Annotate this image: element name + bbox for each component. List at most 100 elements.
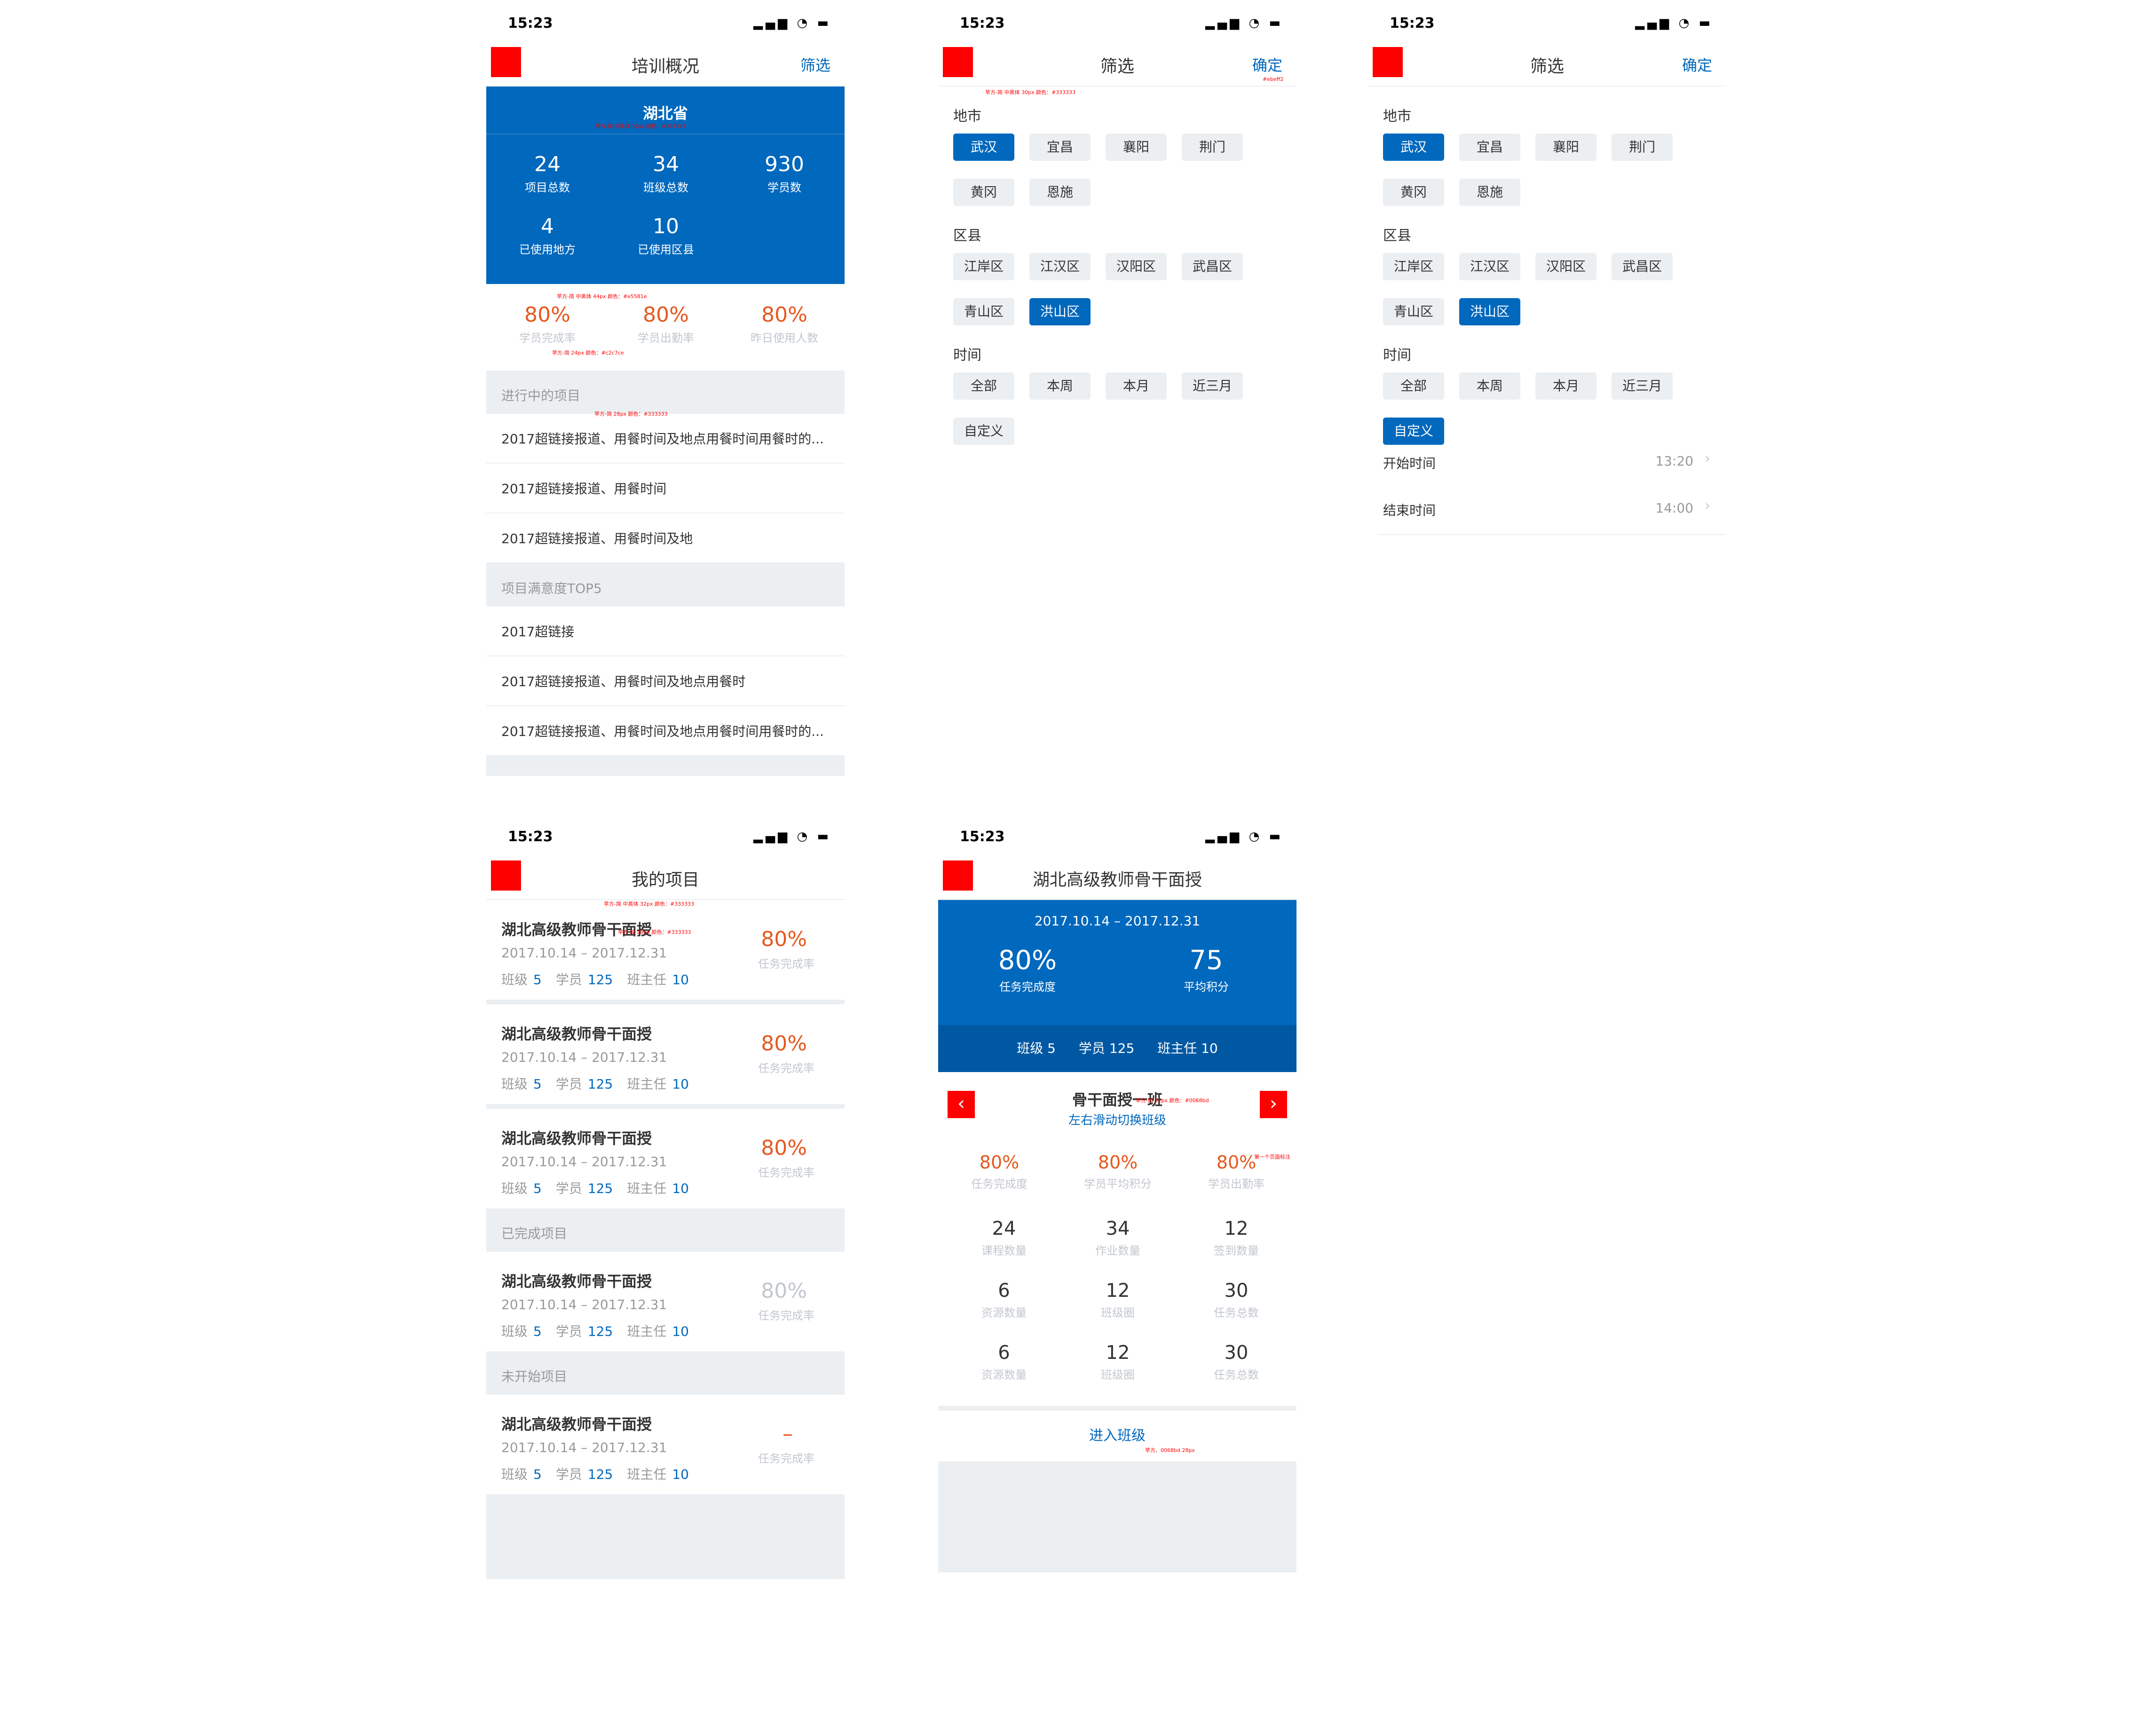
chip-city[interactable]: 荆门 bbox=[1182, 134, 1243, 161]
chip-time[interactable]: 自定义 bbox=[953, 418, 1014, 445]
chip-time[interactable]: 本周 bbox=[1029, 372, 1091, 400]
page-title: 我的项目 bbox=[631, 870, 699, 890]
annotation: 苹方-简 中黑体 44px 颜色：#e5581e bbox=[557, 293, 647, 300]
grid-cell[interactable]: 34 作业数量 bbox=[1071, 1218, 1165, 1258]
chip-district[interactable]: 汉阳区 bbox=[1106, 253, 1167, 280]
chip-district[interactable]: 洪山区 bbox=[1459, 298, 1520, 325]
chip-city[interactable]: 武汉 bbox=[953, 134, 1014, 161]
signal-wifi-battery-icon: ▂▄▆ ◔ ▬ bbox=[753, 16, 831, 30]
status-time: 15:23 bbox=[960, 829, 1005, 845]
rate-completion: 80% 学员完成率 bbox=[519, 303, 576, 345]
chip-district[interactable]: 汉阳区 bbox=[1535, 253, 1597, 280]
end-time-row[interactable]: 结束时间 14:00 › bbox=[1377, 484, 1726, 535]
list-item[interactable]: 2017超链接报道、用餐时间及地点用餐时间用餐时的... bbox=[486, 706, 845, 756]
screen-filter-custom: 15:23 ▂▄▆ ◔ ▬ 筛选 确定 地市 武汉 宜昌 襄阳 荆门 黄冈 恩施… bbox=[1368, 5, 1726, 475]
project-card[interactable]: 湖北高级教师骨干面授 2017.10.14 – 2017.12.31 班级 5 学员… bbox=[486, 900, 845, 1004]
chip-district[interactable]: 洪山区 bbox=[1029, 298, 1091, 325]
status-time: 15:23 bbox=[508, 15, 553, 32]
chevron-right-icon[interactable]: › bbox=[1260, 1091, 1287, 1118]
list-item[interactable]: 2017超链接报道、用餐时间及地点用餐时间用餐时的... bbox=[486, 414, 845, 464]
filter-button[interactable]: 筛选 bbox=[800, 54, 830, 75]
start-time-row[interactable]: 开始时间 13:20 › bbox=[1377, 437, 1726, 475]
chip-district[interactable]: 江汉区 bbox=[1029, 253, 1091, 280]
list-item[interactable]: 2017超链接 bbox=[486, 607, 845, 656]
chip-time[interactable]: 全部 bbox=[953, 372, 1014, 400]
list-item[interactable]: 2017超链接报道、用餐时间及地 bbox=[486, 513, 845, 563]
screen-my-projects: 15:23 ▂▄▆ ◔ ▬ 我的项目 湖北高级教师骨干面授 2017.10.14… bbox=[486, 818, 845, 1589]
class-switcher: ‹ 骨干面授一班 左右滑动切换班级 › bbox=[938, 1072, 1296, 1128]
stat-classes: 34 班级总数 bbox=[643, 152, 688, 194]
chip-district[interactable]: 江岸区 bbox=[953, 253, 1014, 280]
grid-cell[interactable]: 12 班级圈 bbox=[1071, 1342, 1165, 1382]
grid-cell[interactable]: 12 班级圈 bbox=[1071, 1280, 1165, 1320]
project-card[interactable]: 湖北高级教师骨干面授 2017.10.14 – 2017.12.31 班级 5 学员… bbox=[486, 1004, 845, 1109]
chip-city[interactable]: 襄阳 bbox=[1535, 134, 1597, 161]
city-label: 地市 bbox=[1383, 108, 1411, 125]
project-card[interactable]: 湖北高级教师骨干面授 2017.10.14 – 2017.12.31 班级 5 学员… bbox=[486, 1252, 845, 1351]
status-bar: 15:23 ▂▄▆ ◔ ▬ bbox=[1368, 5, 1726, 39]
chip-time[interactable]: 本周 bbox=[1459, 372, 1520, 400]
chip-time[interactable]: 全部 bbox=[1383, 372, 1444, 400]
chip-city[interactable]: 黄冈 bbox=[1383, 179, 1444, 206]
chip-city[interactable]: 荆门 bbox=[1612, 134, 1673, 161]
signal-wifi-battery-icon: ▂▄▆ ◔ ▬ bbox=[1635, 16, 1713, 30]
enter-class-button[interactable]: 进入班级 bbox=[938, 1411, 1296, 1461]
city-label: 地市 bbox=[953, 108, 981, 125]
divider bbox=[938, 1406, 1296, 1411]
stat-used-districts: 10 已使用区县 bbox=[638, 214, 694, 256]
status-time: 15:23 bbox=[508, 829, 553, 845]
signal-wifi-battery-icon: ▂▄▆ ◔ ▬ bbox=[753, 829, 831, 844]
stat-used-cities: 4 已使用地方 bbox=[519, 214, 576, 256]
grid-cell[interactable]: 24 课程数量 bbox=[957, 1218, 1051, 1258]
nav-bar: 湖北高级教师骨干面授 bbox=[938, 852, 1296, 900]
swipe-hint: 左右滑动切换班级 bbox=[1068, 1113, 1166, 1128]
chip-city[interactable]: 恩施 bbox=[1459, 179, 1520, 206]
chip-city[interactable]: 恩施 bbox=[1029, 179, 1091, 206]
chip-district[interactable]: 青山区 bbox=[953, 298, 1014, 325]
chip-city[interactable]: 襄阳 bbox=[1106, 134, 1167, 161]
list-item[interactable]: 2017超链接报道、用餐时间 bbox=[486, 464, 845, 513]
status-bar: 15:23 ▂▄▆ ◔ ▬ bbox=[938, 818, 1296, 852]
bottom-spacer bbox=[486, 756, 845, 776]
chip-district[interactable]: 武昌区 bbox=[1612, 253, 1673, 280]
grid-cell[interactable]: 30 任务总数 bbox=[1189, 1280, 1283, 1320]
chip-time[interactable]: 近三月 bbox=[1612, 372, 1673, 400]
chip-city[interactable]: 黄冈 bbox=[953, 179, 1014, 206]
chip-district[interactable]: 青山区 bbox=[1383, 298, 1444, 325]
grid-cell[interactable]: 6 资源数量 bbox=[957, 1342, 1051, 1382]
end-time-value: 14:00 bbox=[1655, 500, 1693, 516]
nav-bar: 筛选 确定 bbox=[938, 39, 1296, 87]
annotation: 苹方-简 28px 颜色：#333333 bbox=[594, 411, 668, 417]
section-completed: 已完成项目 bbox=[486, 1208, 845, 1252]
chip-city[interactable]: 宜昌 bbox=[1029, 134, 1091, 161]
page-title: 湖北高级教师骨干面授 bbox=[1032, 870, 1202, 890]
confirm-button[interactable]: 确定 bbox=[1682, 54, 1712, 75]
annotation: #ebeff2 bbox=[1263, 76, 1284, 82]
grid-cell[interactable]: 12 签到数量 bbox=[1189, 1218, 1283, 1258]
grid-cell[interactable]: 6 资源数量 bbox=[957, 1280, 1051, 1320]
signal-wifi-battery-icon: ▂▄▆ ◔ ▬ bbox=[1205, 16, 1283, 30]
rate-attendance: 80% 学员出勤率 bbox=[638, 303, 694, 345]
bottom-spacer bbox=[486, 1494, 845, 1579]
chip-district[interactable]: 武昌区 bbox=[1182, 253, 1243, 280]
chip-district[interactable]: 江汉区 bbox=[1459, 253, 1520, 280]
confirm-button[interactable]: 确定 bbox=[1252, 54, 1282, 75]
grid-cell[interactable]: 30 任务总数 bbox=[1189, 1342, 1283, 1382]
chip-time[interactable]: 近三月 bbox=[1182, 372, 1243, 400]
annotation: 苹方-简 中黑体 30px 颜色：#333333 bbox=[595, 123, 686, 129]
chip-time[interactable]: 本月 bbox=[1535, 372, 1597, 400]
list-item[interactable]: 2017超链接报道、用餐时间及地点用餐时 bbox=[486, 656, 845, 706]
rate-yesterday: 80% 昨日使用人数 bbox=[751, 303, 818, 345]
project-card[interactable]: 湖北高级教师骨干面授 2017.10.14 – 2017.12.31 班级 5 学员… bbox=[486, 1395, 845, 1494]
project-card[interactable]: 湖北高级教师骨干面授 2017.10.14 – 2017.12.31 班级 5 学员… bbox=[486, 1109, 845, 1208]
progress-dash: – bbox=[783, 1422, 793, 1446]
annotation: 苹方、0068bd 28px bbox=[1145, 1447, 1195, 1453]
chip-city[interactable]: 武汉 bbox=[1383, 134, 1444, 161]
chip-district[interactable]: 江岸区 bbox=[1383, 253, 1444, 280]
chip-city[interactable]: 宜昌 bbox=[1459, 134, 1520, 161]
province-name: 湖北省 bbox=[642, 104, 688, 122]
chip-time[interactable]: 本月 bbox=[1106, 372, 1167, 400]
rate-score: 80% 学员平均积分 bbox=[1084, 1152, 1152, 1191]
section-top5: 项目满意度TOP5 bbox=[486, 563, 845, 607]
annotation: 苹方-简 32px 颜色：#0068bd bbox=[1136, 1097, 1209, 1104]
